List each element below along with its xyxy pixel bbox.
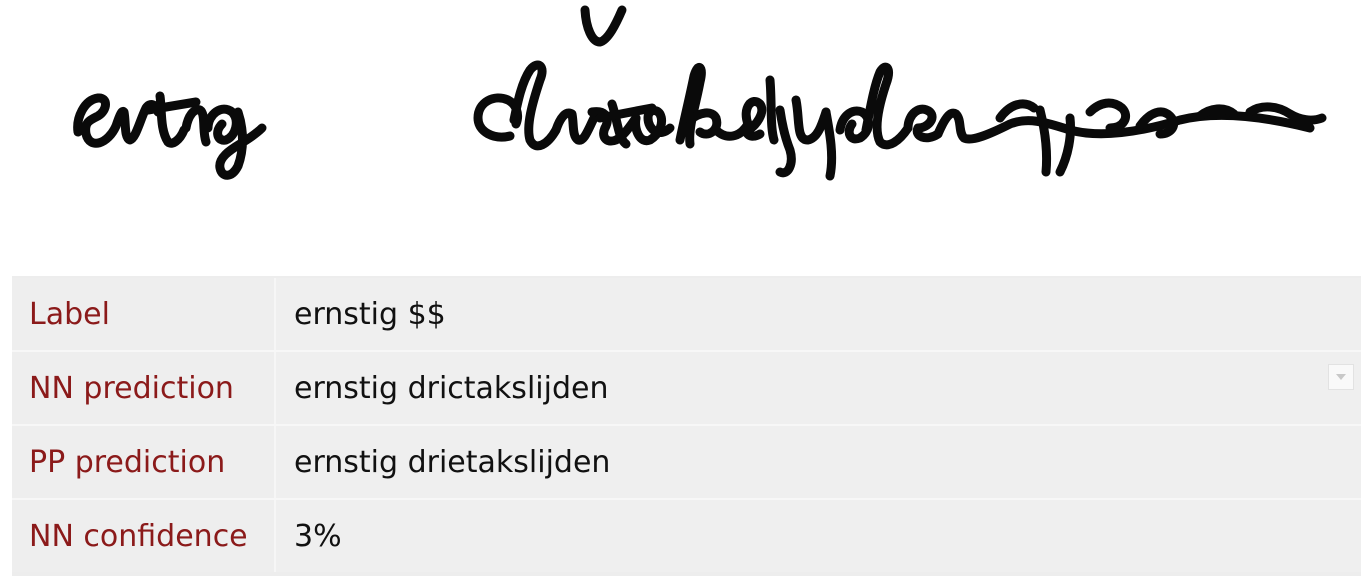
row-label: Label	[12, 278, 276, 350]
row-label: PP prediction	[12, 426, 276, 498]
table-row: PP prediction ernstig drietakslijden	[12, 426, 1361, 498]
handwritten-text-image	[0, 0, 1370, 200]
row-value: ernstig drictakslijden	[276, 352, 1361, 424]
row-label: NN confidence	[12, 500, 276, 572]
table-row: NN confidence 3%	[12, 500, 1361, 572]
row-value: ernstig $$	[276, 278, 1361, 350]
table-row: Label ernstig $$	[12, 278, 1361, 350]
chevron-down-icon[interactable]	[1328, 364, 1354, 390]
table-row: NN prediction ernstig drictakslijden	[12, 352, 1361, 424]
row-label: NN prediction	[12, 352, 276, 424]
row-value: ernstig drietakslijden	[276, 426, 1361, 498]
results-table: Label ernstig $$ NN prediction ernstig d…	[12, 276, 1361, 576]
row-value: 3%	[276, 500, 1361, 572]
